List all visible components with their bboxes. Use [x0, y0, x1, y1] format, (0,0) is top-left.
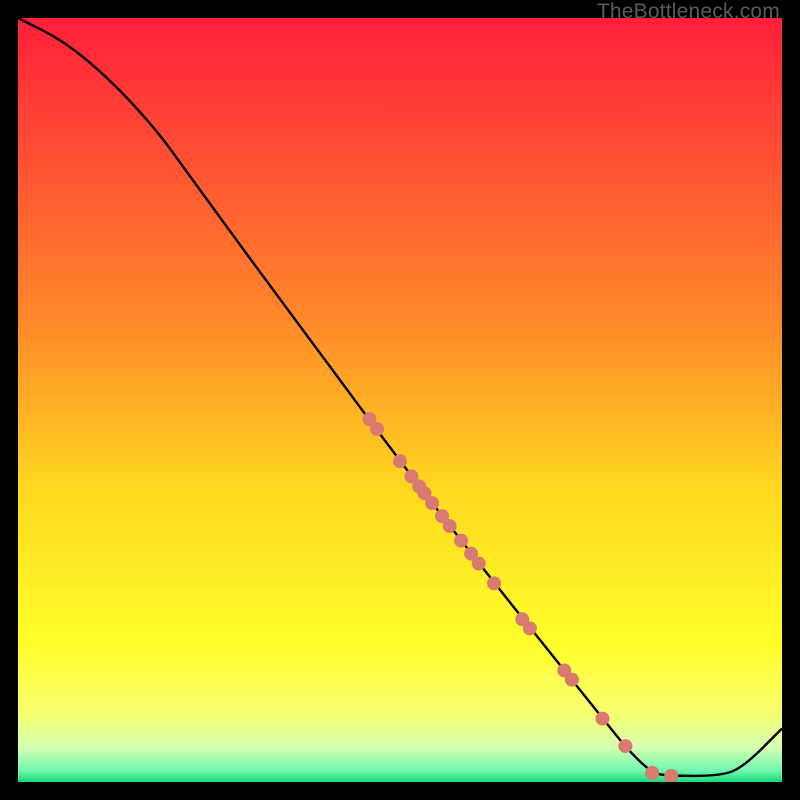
data-marker — [565, 673, 579, 687]
data-marker — [454, 534, 468, 548]
data-marker — [370, 422, 384, 436]
data-marker — [645, 766, 659, 780]
data-marker — [393, 454, 407, 468]
data-marker — [618, 739, 632, 753]
main-curve — [18, 18, 782, 776]
data-marker — [523, 621, 537, 635]
watermark-text: TheBottleneck.com — [597, 0, 780, 24]
plot-area — [18, 18, 782, 782]
data-marker — [472, 556, 486, 570]
curve-layer — [18, 18, 782, 782]
data-marker — [487, 576, 501, 590]
chart-stage: TheBottleneck.com — [0, 0, 800, 800]
data-marker — [664, 769, 678, 782]
data-marker — [443, 519, 457, 533]
curve-markers — [362, 412, 678, 782]
data-marker — [425, 496, 439, 510]
data-marker — [595, 712, 609, 726]
